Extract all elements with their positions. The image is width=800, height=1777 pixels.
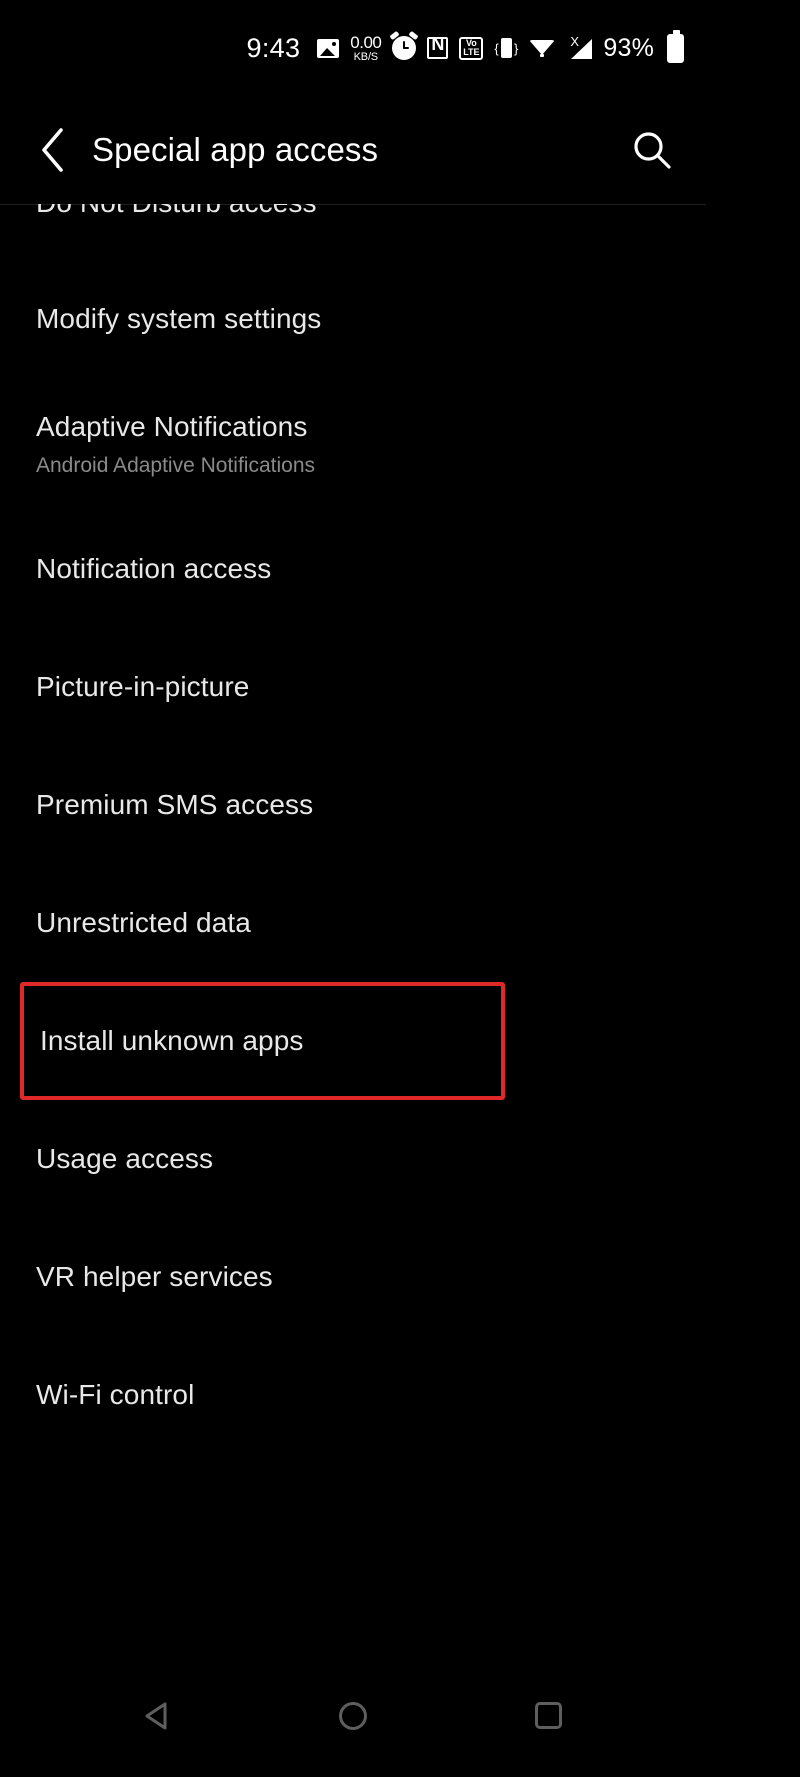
list-item-adaptive-notifications[interactable]: Adaptive Notifications Android Adaptive … [0, 378, 706, 510]
cellular-signal-icon: X [566, 34, 593, 60]
gallery-icon [317, 38, 340, 58]
network-speed-value: 0.00 [350, 32, 382, 52]
nav-back-icon[interactable] [120, 1678, 196, 1754]
nav-home-icon[interactable] [315, 1678, 391, 1754]
status-bar-clock: 9:43 [246, 32, 301, 63]
network-speed-icon: 0.00 KB/S [350, 32, 382, 63]
phone-screen: 9:43 0.00 KB/S Vo LTE { } [0, 0, 800, 1777]
list-item-title: Premium SMS access [36, 789, 314, 821]
special-app-access-list[interactable]: Do Not Disturb access Modify system sett… [0, 204, 706, 1654]
list-item-title: Picture-in-picture [36, 671, 250, 703]
system-navigation-bar [0, 1654, 706, 1777]
wifi-icon [529, 38, 556, 59]
app-bar: Special app access [0, 96, 706, 204]
list-item-title: Do Not Disturb access [36, 204, 680, 220]
list-item-unrestricted-data[interactable]: Unrestricted data [0, 864, 706, 982]
page-title: Special app access [92, 131, 379, 168]
list-item-usage-access[interactable]: Usage access [0, 1100, 706, 1218]
back-arrow-icon[interactable] [22, 119, 84, 181]
nfc-icon [427, 37, 449, 59]
nav-recents-icon[interactable] [510, 1678, 586, 1754]
list-item-title: Install unknown apps [40, 1025, 304, 1057]
list-item-title: VR helper services [36, 1261, 273, 1293]
list-item-subtitle: Android Adaptive Notifications [36, 453, 315, 477]
vibrate-icon: { } [494, 36, 518, 60]
network-speed-unit: KB/S [353, 50, 378, 63]
status-bar: 9:43 0.00 KB/S Vo LTE { } [0, 0, 706, 96]
list-item-install-unknown-apps[interactable]: Install unknown apps [20, 982, 505, 1100]
list-item-title: Modify system settings [36, 303, 322, 335]
alarm-icon [392, 36, 417, 60]
list-item-premium-sms-access[interactable]: Premium SMS access [0, 746, 706, 864]
battery-icon [665, 29, 684, 63]
list-item-do-not-disturb-access[interactable]: Do Not Disturb access [0, 204, 706, 260]
list-item-picture-in-picture[interactable]: Picture-in-picture [0, 628, 706, 746]
list-item-title: Usage access [36, 1143, 214, 1175]
list-item-modify-system-settings[interactable]: Modify system settings [0, 260, 706, 378]
list-item-title: Wi-Fi control [36, 1379, 195, 1411]
volte-label-bottom: LTE [463, 47, 480, 57]
list-item-title: Adaptive Notifications [36, 411, 308, 443]
list-item-notification-access[interactable]: Notification access [0, 510, 706, 628]
list-item-wifi-control[interactable]: Wi-Fi control [0, 1336, 706, 1454]
search-icon[interactable] [624, 122, 680, 178]
battery-percentage: 93% [603, 33, 654, 62]
list-item-title: Unrestricted data [36, 907, 251, 939]
list-item-vr-helper-services[interactable]: VR helper services [0, 1218, 706, 1336]
volte-icon: Vo LTE [459, 36, 484, 60]
list-item-title: Notification access [36, 553, 272, 585]
